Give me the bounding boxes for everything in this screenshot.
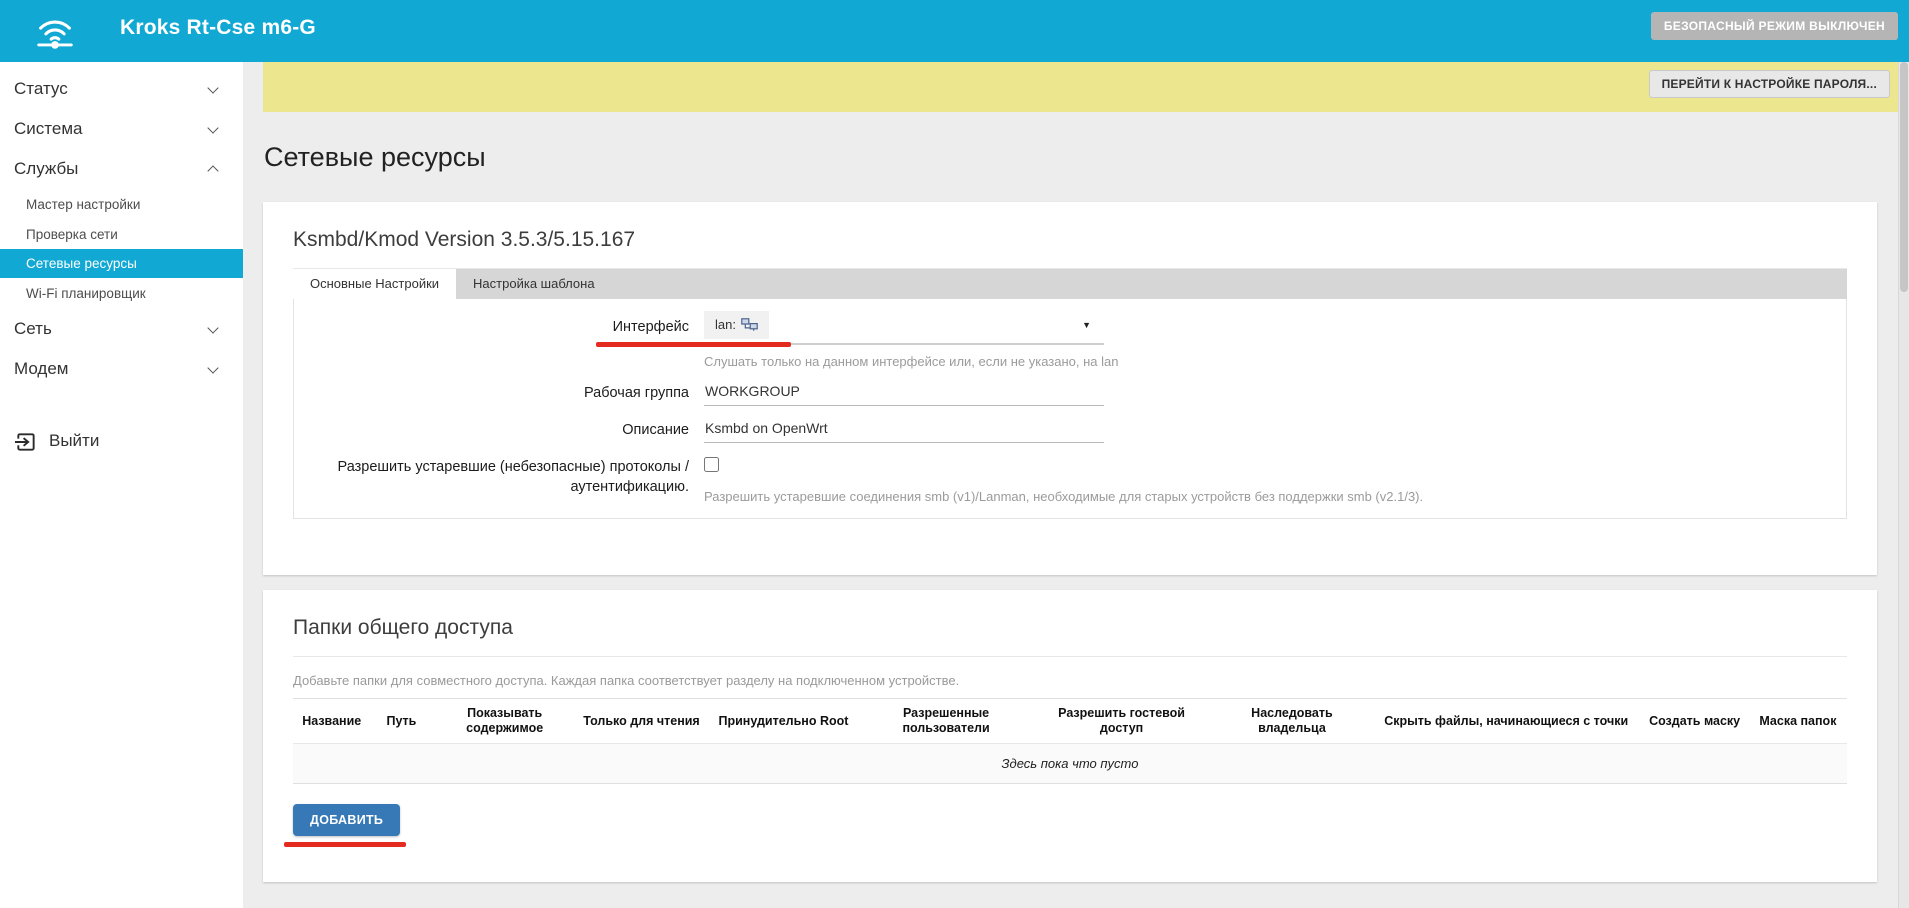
shared-folders-card: Папки общего доступа Добавьте папки для … xyxy=(263,590,1877,882)
column-header: Только для чтения xyxy=(577,699,706,744)
chevron-up-icon xyxy=(207,165,218,176)
description-label: Описание xyxy=(294,414,689,443)
ksmbd-card-title: Ksmbd/Kmod Version 3.5.3/5.15.167 xyxy=(293,202,1847,269)
interface-selected-chip: lan: xyxy=(704,311,769,339)
description-row: Описание xyxy=(294,414,1846,443)
sidebar-item-label: Сеть xyxy=(14,319,52,339)
legacy-protocols-hint: Разрешить устаревшие соединения smb (v1)… xyxy=(704,489,1846,504)
sidebar-item-wifi-scheduler[interactable]: Wi-Fi планировщик xyxy=(0,279,243,308)
sidebar-item-setup-wizard[interactable]: Мастер настройки xyxy=(0,190,243,219)
app-header: Kroks Rt-Cse m6-G БЕЗОПАСНЫЙ РЕЖИМ ВЫКЛЮ… xyxy=(0,0,1909,62)
chevron-down-icon xyxy=(207,82,218,93)
annotation-underline-add-button xyxy=(284,842,406,847)
ethernet-icon xyxy=(741,318,758,331)
wifi-antenna-icon xyxy=(32,9,78,58)
annotation-underline-interface xyxy=(596,342,791,347)
sidebar-item-label: Статус xyxy=(14,79,68,99)
interface-label: Интерфейс xyxy=(294,311,689,369)
sidebar-item-system[interactable]: Система xyxy=(0,113,243,145)
sidebar-item-network-check[interactable]: Проверка сети xyxy=(0,220,243,249)
sidebar-item-status[interactable]: Статус xyxy=(0,73,243,105)
app-title: Kroks Rt-Cse m6-G xyxy=(120,16,316,40)
column-header: Показывать содержимое xyxy=(432,699,577,744)
table-empty-row: Здесь пока что пусто xyxy=(293,744,1847,784)
sidebar-item-label: Службы xyxy=(14,159,78,179)
column-header: Разрешить гостевой доступ xyxy=(1031,699,1212,744)
sidebar: Статус Система Службы Мастер настройки П… xyxy=(0,62,243,908)
sidebar-item-services[interactable]: Службы xyxy=(0,153,243,185)
column-header: Наследовать владельца xyxy=(1212,699,1372,744)
table-header-row: Название Путь Показывать содержимое Толь… xyxy=(293,699,1847,744)
shared-folders-hint: Добавьте папки для совместного доступа. … xyxy=(293,673,1847,688)
sidebar-item-label: Модем xyxy=(14,359,69,379)
sidebar-item-label: Система xyxy=(14,119,82,139)
go-to-password-settings-button[interactable]: ПЕРЕЙТИ К НАСТРОЙКЕ ПАРОЛЯ... xyxy=(1649,70,1890,98)
interface-select[interactable]: lan: ▼ xyxy=(704,311,1104,345)
scrollbar-thumb[interactable] xyxy=(1900,62,1908,292)
legacy-protocols-label: Разрешить устаревшие (небезопасные) прот… xyxy=(294,451,689,504)
empty-placeholder: Здесь пока что пусто xyxy=(293,744,1847,784)
interface-hint: Слушать только на данном интерфейсе или,… xyxy=(704,354,1846,369)
sidebar-subitem-label: Мастер настройки xyxy=(26,197,140,212)
column-header: Создать маску xyxy=(1640,699,1748,744)
sidebar-subitem-label: Wi-Fi планировщик xyxy=(26,286,146,301)
legacy-protocols-checkbox[interactable] xyxy=(704,457,719,472)
sidebar-item-modem[interactable]: Модем xyxy=(0,353,243,385)
logout-label: Выйти xyxy=(49,431,99,451)
column-header: Маска папок xyxy=(1749,699,1847,744)
logout-icon xyxy=(14,430,37,453)
logout-button[interactable]: Выйти xyxy=(0,425,243,457)
safe-mode-button[interactable]: БЕЗОПАСНЫЙ РЕЖИМ ВЫКЛЮЧЕН xyxy=(1651,12,1898,40)
workgroup-input[interactable] xyxy=(704,377,1104,406)
interface-chip-label: lan: xyxy=(715,317,736,332)
legacy-protocols-row: Разрешить устаревшие (небезопасные) прот… xyxy=(294,451,1846,504)
column-header: Название xyxy=(293,699,370,744)
interface-row: Интерфейс lan: ▼ xyxy=(294,311,1846,369)
tabbar: Основные Настройки Настройка шаблона xyxy=(293,269,1847,299)
chevron-down-icon xyxy=(207,362,218,373)
workgroup-row: Рабочая группа xyxy=(294,377,1846,406)
ksmbd-settings-card: Ksmbd/Kmod Version 3.5.3/5.15.167 Основн… xyxy=(263,202,1877,575)
column-header: Принудительно Root xyxy=(706,699,861,744)
shared-folders-title: Папки общего доступа xyxy=(293,590,1847,657)
tab-basic-settings[interactable]: Основные Настройки xyxy=(293,269,456,299)
description-input[interactable] xyxy=(704,414,1104,443)
notification-banner: ПЕРЕЙТИ К НАСТРОЙКЕ ПАРОЛЯ... xyxy=(263,62,1898,112)
sidebar-subitem-label: Сетевые ресурсы xyxy=(26,256,137,271)
tab-template-settings[interactable]: Настройка шаблона xyxy=(456,269,612,299)
column-header: Разрешенные пользователи xyxy=(861,699,1031,744)
add-share-button[interactable]: ДОБАВИТЬ xyxy=(293,804,400,836)
dropdown-arrow-icon: ▼ xyxy=(1082,320,1091,330)
chevron-down-icon xyxy=(207,322,218,333)
page-title: Сетевые ресурсы xyxy=(264,142,486,173)
page-scrollbar[interactable] xyxy=(1898,62,1909,908)
sidebar-subitem-label: Проверка сети xyxy=(26,227,118,242)
column-header: Скрыть файлы, начинающиеся с точки xyxy=(1372,699,1640,744)
workgroup-label: Рабочая группа xyxy=(294,377,689,406)
tab-content-basic-settings: Интерфейс lan: ▼ xyxy=(293,299,1847,519)
sidebar-item-network-shares[interactable]: Сетевые ресурсы xyxy=(0,249,243,278)
chevron-down-icon xyxy=(207,122,218,133)
sidebar-item-network[interactable]: Сеть xyxy=(0,313,243,345)
shared-folders-table: Название Путь Показывать содержимое Толь… xyxy=(293,698,1847,784)
column-header: Путь xyxy=(370,699,432,744)
